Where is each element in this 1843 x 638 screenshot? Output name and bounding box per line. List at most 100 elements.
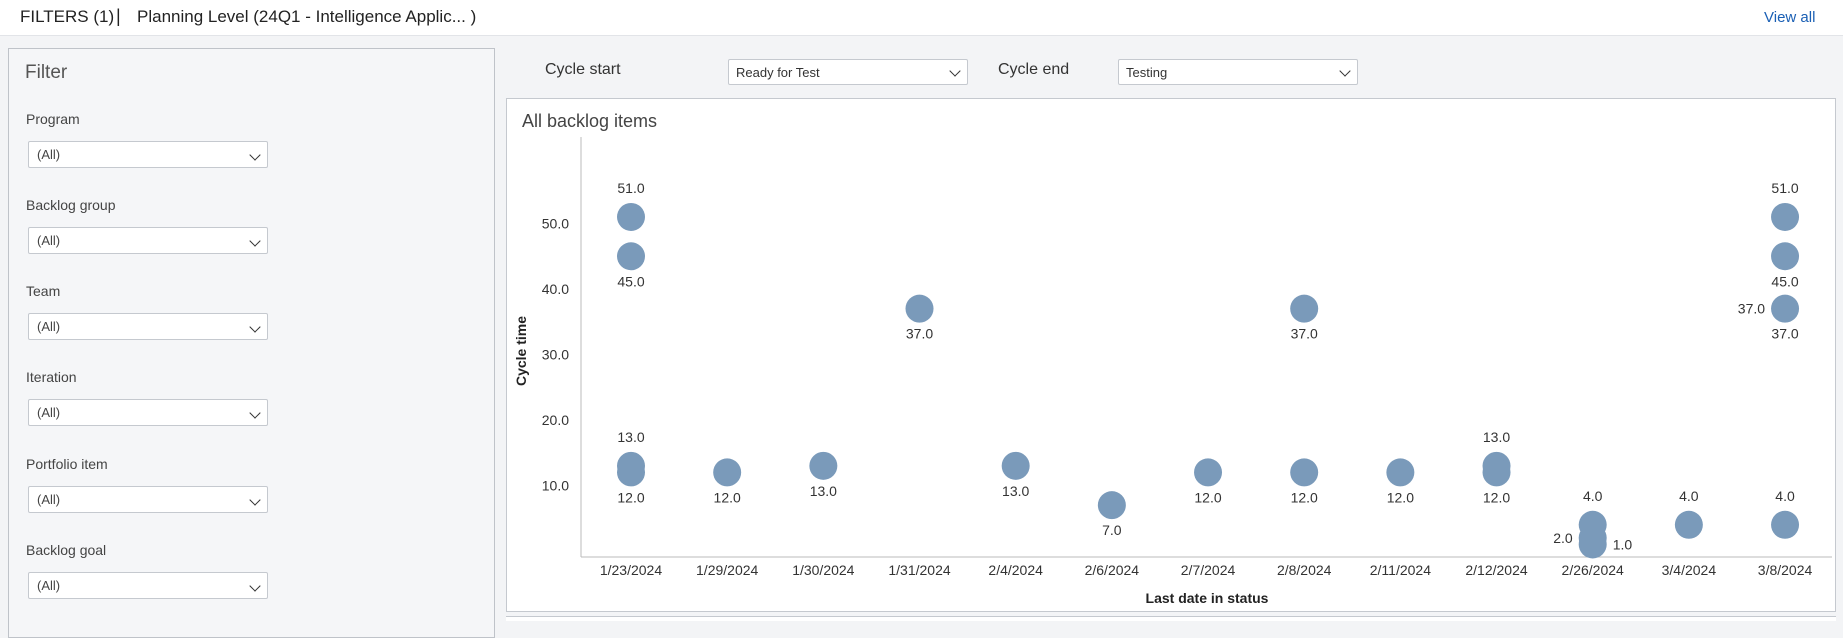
backlog-group-filter-label: Backlog group xyxy=(26,197,116,213)
cycle-end-select[interactable]: Testing xyxy=(1118,59,1358,85)
x-tick-label: 1/31/2024 xyxy=(888,562,950,578)
data-label: 12.0 xyxy=(1483,489,1510,505)
data-label: 13.0 xyxy=(617,429,644,445)
data-point[interactable] xyxy=(617,202,645,231)
program-filter: Program (All) xyxy=(26,111,276,168)
chevron-down-icon xyxy=(1339,65,1351,77)
chevron-down-icon xyxy=(249,235,261,247)
x-axis-title: Last date in status xyxy=(1146,590,1269,606)
portfolio-item-select[interactable]: (All) xyxy=(28,486,268,513)
data-point[interactable] xyxy=(1097,491,1126,520)
team-select[interactable]: (All) xyxy=(28,313,268,340)
filters-separator: | xyxy=(116,6,121,26)
portfolio-item-select-value: (All) xyxy=(37,492,61,507)
x-tick-label: 1/29/2024 xyxy=(696,562,758,578)
data-point[interactable] xyxy=(1674,510,1703,539)
y-tick-label: 40.0 xyxy=(542,281,569,297)
chevron-down-icon xyxy=(949,65,961,77)
portfolio-item-filter: Portfolio item (All) xyxy=(26,456,276,513)
data-point[interactable] xyxy=(1386,458,1415,487)
cycle-start-select[interactable]: Ready for Test xyxy=(728,59,968,85)
cycle-end-value: Testing xyxy=(1126,65,1168,80)
data-point[interactable] xyxy=(1482,458,1511,487)
data-label: 45.0 xyxy=(617,273,644,289)
data-point[interactable] xyxy=(809,451,838,480)
view-all-link[interactable]: View all xyxy=(1764,9,1815,26)
data-point[interactable] xyxy=(617,458,645,487)
data-point[interactable] xyxy=(713,458,742,487)
filters-bar: FILTERS (1) | Planning Level (24Q1 - Int… xyxy=(0,0,1843,36)
iteration-filter-label: Iteration xyxy=(26,369,77,385)
data-label: 12.0 xyxy=(1387,489,1414,505)
program-select-value: (All) xyxy=(37,147,61,162)
data-point[interactable] xyxy=(1001,451,1030,480)
data-label: 37.0 xyxy=(1291,326,1318,342)
chevron-down-icon xyxy=(249,580,261,592)
x-tick-label: 2/4/2024 xyxy=(988,562,1043,578)
data-point[interactable] xyxy=(1771,202,1800,231)
planning-level-filter[interactable]: Planning Level (24Q1 - Intelligence Appl… xyxy=(137,7,476,27)
iteration-select[interactable]: (All) xyxy=(28,399,268,426)
x-tick-label: 1/23/2024 xyxy=(600,562,662,578)
program-filter-label: Program xyxy=(26,111,80,127)
data-label: 13.0 xyxy=(810,483,837,499)
data-label: 2.0 xyxy=(1553,530,1573,546)
backlog-group-select-value: (All) xyxy=(37,233,61,248)
data-label: 45.0 xyxy=(1771,273,1798,289)
data-point[interactable] xyxy=(1771,242,1800,271)
data-point[interactable] xyxy=(905,294,934,323)
backlog-group-select[interactable]: (All) xyxy=(28,227,268,254)
y-tick-label: 50.0 xyxy=(542,216,569,232)
iteration-select-value: (All) xyxy=(37,405,61,420)
data-point[interactable] xyxy=(1194,458,1223,487)
data-label: 1.0 xyxy=(1613,536,1633,552)
x-tick-label: 3/4/2024 xyxy=(1662,562,1717,578)
data-label: 4.0 xyxy=(1679,488,1699,504)
scatter-chart: 10.0 20.0 30.0 40.0 50.0 1/23/2024 1/29/2024 1/… xyxy=(513,137,1832,606)
y-tick-label: 20.0 xyxy=(542,412,569,428)
iteration-filter: Iteration (All) xyxy=(26,369,276,426)
program-select[interactable]: (All) xyxy=(28,141,268,168)
data-point[interactable] xyxy=(1771,294,1800,323)
data-point[interactable] xyxy=(1290,458,1319,487)
backlog-goal-filter-label: Backlog goal xyxy=(26,542,107,558)
y-tick-label: 10.0 xyxy=(542,478,569,494)
filter-panel: Filter Program (All) Backlog group (All)… xyxy=(8,48,495,638)
data-label: 51.0 xyxy=(1771,180,1798,196)
data-label: 12.0 xyxy=(714,489,741,505)
backlog-goal-select-value: (All) xyxy=(37,578,61,593)
y-tick-label: 30.0 xyxy=(542,347,569,363)
cycle-start-value: Ready for Test xyxy=(736,65,820,80)
team-filter: Team (All) xyxy=(26,283,276,340)
chevron-down-icon xyxy=(249,149,261,161)
data-label: 12.0 xyxy=(1291,489,1318,505)
data-label: 51.0 xyxy=(617,180,644,196)
data-label: 37.0 xyxy=(1771,326,1798,342)
portfolio-item-filter-label: Portfolio item xyxy=(26,456,108,472)
cycle-time-chart-card: All backlog items 10.0 20.0 30.0 40.0 50.0 1/… xyxy=(506,98,1836,612)
data-label: 12.0 xyxy=(1194,489,1221,505)
data-point[interactable] xyxy=(1290,294,1319,323)
data-label: 4.0 xyxy=(1583,488,1603,504)
filter-panel-title: Filter xyxy=(25,62,68,83)
y-axis-title: Cycle time xyxy=(513,316,529,386)
cycle-end-label: Cycle end xyxy=(998,61,1070,78)
backlog-goal-filter: Backlog goal (All) xyxy=(26,542,276,599)
data-label: 13.0 xyxy=(1002,483,1029,499)
data-point[interactable] xyxy=(1578,530,1607,559)
x-tick-label: 2/8/2024 xyxy=(1277,562,1332,578)
filters-count-label[interactable]: FILTERS (1) xyxy=(20,7,114,27)
data-label: 12.0 xyxy=(617,489,644,505)
data-point[interactable] xyxy=(1771,510,1800,539)
chevron-down-icon xyxy=(249,407,261,419)
next-card-edge xyxy=(506,616,1836,621)
x-tick-label: 1/30/2024 xyxy=(792,562,854,578)
x-tick-label: 2/11/2024 xyxy=(1370,562,1431,578)
backlog-goal-select[interactable]: (All) xyxy=(28,572,268,599)
data-point[interactable] xyxy=(617,242,645,271)
data-label: 37.0 xyxy=(1738,301,1765,317)
data-label: 4.0 xyxy=(1775,488,1795,504)
x-tick-label: 3/8/2024 xyxy=(1758,562,1813,578)
chevron-down-icon xyxy=(249,321,261,333)
chevron-down-icon xyxy=(249,494,261,506)
